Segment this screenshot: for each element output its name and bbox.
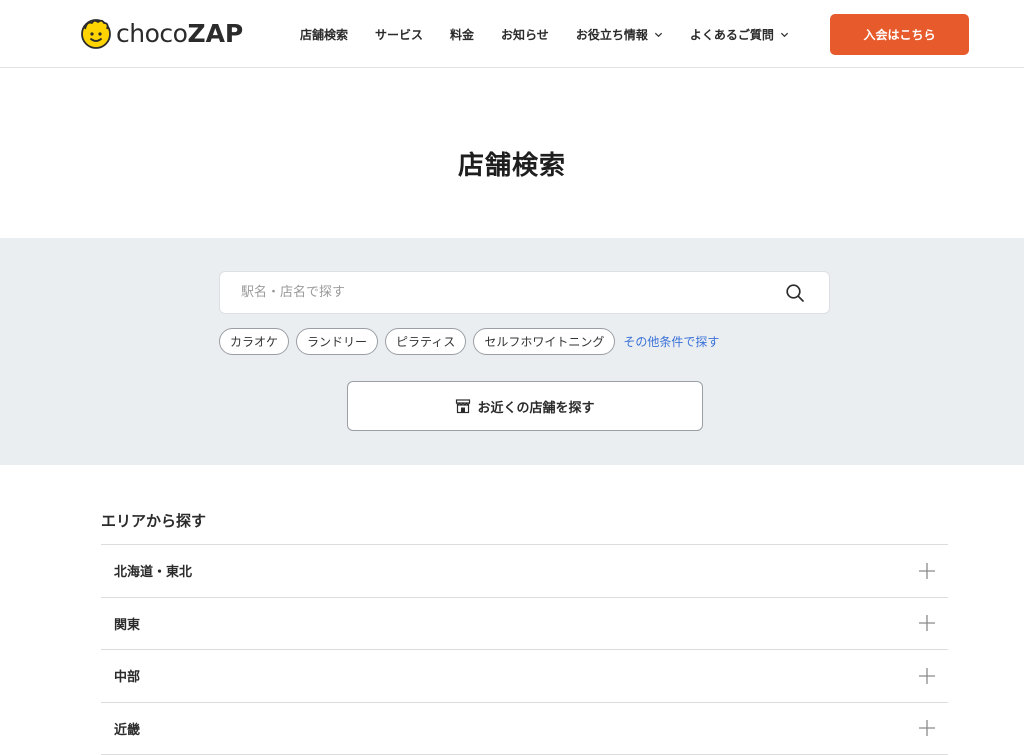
logo-wordmark: chocoZAP	[116, 19, 243, 48]
nav-item-label: 店舗検索	[300, 26, 348, 43]
logo-text-zap: ZAP	[187, 19, 243, 48]
chevron-down-icon	[654, 30, 663, 39]
filter-tags: カラオケ ランドリー ピラティス セルフホワイトニング その他条件で探す	[219, 327, 719, 355]
nav-item-pricing[interactable]: 料金	[450, 26, 474, 43]
nav-item-store-search[interactable]: 店舗検索	[300, 26, 348, 43]
tag-pilates[interactable]: ピラティス	[385, 328, 466, 355]
site-header: chocoZAP 店舗検索 サービス 料金 お知らせ お役立ち情報 よくあるご質…	[0, 0, 1024, 68]
tag-laundry[interactable]: ランドリー	[296, 328, 378, 355]
tag-karaoke[interactable]: カラオケ	[219, 328, 289, 355]
search-button[interactable]	[775, 273, 815, 313]
search-section: カラオケ ランドリー ピラティス セルフホワイトニング その他条件で探す お近く…	[0, 238, 1024, 465]
chevron-down-icon	[780, 30, 789, 39]
area-heading: エリアから探す	[101, 510, 206, 531]
nearby-stores-button[interactable]: お近くの店舗を探す	[347, 381, 703, 431]
nav-item-label: お知らせ	[501, 26, 549, 43]
nav-item-service[interactable]: サービス	[375, 26, 423, 43]
logo-text-choco: choco	[116, 19, 187, 48]
nav-item-news[interactable]: お知らせ	[501, 26, 549, 43]
area-list: 北海道・東北 関東 中部 近畿	[101, 544, 948, 755]
nav-item-useful-info[interactable]: お役立ち情報	[576, 26, 663, 43]
nav-item-label: お役立ち情報	[576, 26, 648, 43]
search-input[interactable]	[220, 272, 775, 313]
nav-item-label: よくあるご質問	[690, 26, 774, 43]
area-item-kinki[interactable]: 近畿	[101, 703, 948, 755]
nearby-stores-label: お近くの店舗を探す	[477, 397, 594, 416]
plus-icon	[918, 667, 936, 685]
search-box	[219, 271, 830, 314]
plus-icon	[918, 719, 936, 737]
tag-self-whitening[interactable]: セルフホワイトニング	[473, 328, 615, 355]
area-item-label: 北海道・東北	[114, 561, 192, 580]
page-title: 店舗検索	[0, 145, 1024, 182]
more-conditions-link[interactable]: その他条件で探す	[623, 333, 719, 350]
nav-item-faq[interactable]: よくあるご質問	[690, 26, 789, 43]
area-item-label: 近畿	[114, 719, 140, 738]
area-item-hokkaido-tohoku[interactable]: 北海道・東北	[101, 545, 948, 598]
area-item-kanto[interactable]: 関東	[101, 598, 948, 651]
logo-mascot-icon	[80, 17, 112, 49]
search-icon	[785, 283, 805, 303]
area-item-chubu[interactable]: 中部	[101, 650, 948, 703]
area-item-label: 中部	[114, 666, 140, 685]
plus-icon	[918, 614, 936, 632]
nav-item-label: サービス	[375, 26, 423, 43]
area-item-label: 関東	[114, 614, 140, 633]
join-button[interactable]: 入会はこちら	[830, 14, 969, 55]
plus-icon	[918, 562, 936, 580]
nav-item-label: 料金	[450, 26, 474, 43]
shop-icon	[455, 398, 471, 414]
chocozap-logo[interactable]: chocoZAP	[80, 15, 243, 51]
main-nav: 店舗検索 サービス 料金 お知らせ お役立ち情報 よくあるご質問	[300, 0, 816, 68]
